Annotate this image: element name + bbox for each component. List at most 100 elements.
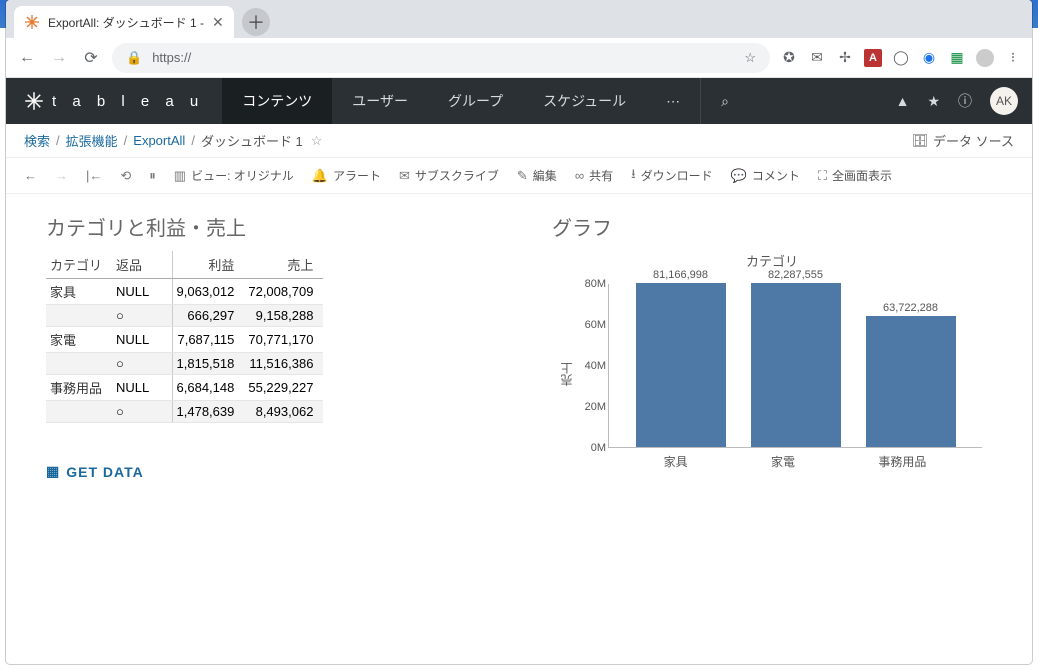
ext-icon-2[interactable]: ✉ (808, 49, 826, 67)
table-row: 家具NULL9,063,01272,008,709 (46, 279, 323, 305)
y-tick: 0M (570, 442, 606, 454)
th-return: 返品 (112, 251, 172, 279)
profile-avatar-icon[interactable] (976, 49, 994, 67)
breadcrumb-exportall[interactable]: ExportAll (133, 133, 185, 148)
tb-first-icon[interactable]: |← (86, 168, 102, 183)
header-alert-icon[interactable]: ▲ (896, 93, 910, 109)
x-tick: 家具 (664, 453, 688, 470)
cell-return: ○ (112, 305, 172, 327)
ext-icon-5[interactable]: ◯ (892, 49, 910, 67)
table-row: ○666,2979,158,288 (46, 305, 323, 327)
cell-category (46, 401, 112, 423)
breadcrumb-extensions[interactable]: 拡張機能 (66, 131, 118, 150)
tb-share[interactable]: ∞共有 (575, 167, 613, 184)
cell-return: ○ (112, 401, 172, 423)
cell-return: NULL (112, 327, 172, 353)
tb-alert[interactable]: 🔔アラート (312, 167, 381, 184)
nav-users[interactable]: ユーザー (332, 78, 428, 124)
nav-schedules[interactable]: スケジュール (523, 78, 646, 124)
lock-icon: 🔒 (126, 50, 142, 66)
nav-reload-icon[interactable]: ⟳ (80, 48, 102, 68)
cell-category (46, 305, 112, 327)
y-tick: 80M (570, 278, 606, 290)
cell-sales: 8,493,062 (244, 401, 323, 423)
user-avatar[interactable]: AK (990, 87, 1018, 115)
new-tab-button[interactable]: ＋ (242, 8, 270, 36)
nav-search[interactable]: ⌕ (700, 78, 749, 124)
tb-subscribe[interactable]: ✉サブスクライブ (399, 167, 499, 184)
ext-icon-7[interactable]: ▦ (948, 49, 966, 67)
dashboard-content: カテゴリと利益・売上 カテゴリ 返品 利益 売上 家具NULL9,063,012… (6, 194, 1032, 498)
y-tick: 20M (570, 401, 606, 413)
header-info-icon[interactable]: ⓘ (958, 91, 972, 111)
x-tick: 家電 (771, 453, 795, 470)
bar[interactable] (636, 283, 726, 447)
tableau-brand-text: t a b l e a u (52, 93, 204, 110)
tb-refresh-icon[interactable]: ⟲ (120, 168, 131, 184)
tb-fullscreen[interactable]: ⛶全画面表示 (818, 167, 892, 184)
tb-edit[interactable]: ✎編集 (517, 167, 557, 184)
tb-view-original[interactable]: ▥ビュー: オリジナル (174, 167, 294, 184)
share-icon: ∞ (575, 168, 584, 183)
th-category: カテゴリ (46, 251, 112, 279)
cell-sales: 70,771,170 (244, 327, 323, 353)
bar-value-label: 63,722,288 (883, 302, 938, 314)
cell-profit: 6,684,148 (172, 375, 244, 401)
get-data-button[interactable]: ▦ GET DATA (46, 463, 323, 480)
cell-return: NULL (112, 279, 172, 305)
ext-icon-3[interactable]: ✢ (836, 49, 854, 67)
cell-return: ○ (112, 353, 172, 375)
browser-tabstrip: ExportAll: ダッシュボード 1 - ✕ ＋ (6, 0, 1032, 38)
breadcrumb-current: ダッシュボード 1 (201, 131, 303, 150)
comment-icon: 💬 (731, 168, 747, 184)
ext-icon-6[interactable]: ◉ (920, 49, 938, 67)
bar-column: 81,166,998 (631, 269, 731, 447)
bar[interactable] (751, 283, 841, 447)
crosstab-table: カテゴリ 返品 利益 売上 家具NULL9,063,01272,008,709○… (46, 251, 323, 423)
nav-more[interactable]: ⋯ (646, 78, 700, 124)
nav-back-icon[interactable]: ← (16, 49, 38, 67)
tab-title: ExportAll: ダッシュボード 1 - (48, 14, 204, 31)
breadcrumb-search[interactable]: 検索 (24, 131, 50, 150)
bar-value-label: 82,287,555 (768, 269, 823, 281)
tb-comment[interactable]: 💬コメント (731, 167, 800, 184)
cell-return: NULL (112, 375, 172, 401)
x-tick: 事務用品 (878, 453, 926, 470)
download-icon: ⭳ (631, 165, 636, 187)
datasource-link[interactable]: 🗄 データ ソース (912, 131, 1014, 150)
ext-icon-1[interactable]: ✪ (780, 49, 798, 67)
bell-icon: 🔔 (312, 168, 328, 184)
cell-profit: 666,297 (172, 305, 244, 327)
view-toolbar: ← → |← ⟲ ⏸ ▥ビュー: オリジナル 🔔アラート ✉サブスクライブ ✎編… (6, 158, 1032, 194)
cell-sales: 55,229,227 (244, 375, 323, 401)
cell-category: 家具 (46, 279, 112, 305)
browser-menu-icon[interactable]: ⁝ (1004, 49, 1022, 67)
nav-groups[interactable]: グループ (428, 78, 523, 124)
tab-close-icon[interactable]: ✕ (212, 14, 224, 31)
omnibox[interactable]: 🔒 https:// ☆ (112, 43, 770, 73)
header-favorite-icon[interactable]: ★ (927, 93, 940, 110)
table-row: 事務用品NULL6,684,14855,229,227 (46, 375, 323, 401)
nav-content[interactable]: コンテンツ (222, 78, 332, 124)
bookmark-star-icon[interactable]: ☆ (744, 50, 756, 66)
tb-download[interactable]: ⭳ダウンロード (631, 165, 713, 187)
chart-panel-title: グラフ (552, 212, 992, 241)
cell-profit: 9,063,012 (172, 279, 244, 305)
tb-back-icon[interactable]: ← (24, 168, 37, 183)
table-row: ○1,815,51811,516,386 (46, 353, 323, 375)
tb-pause-icon[interactable]: ⏸ (149, 168, 156, 184)
cell-sales: 11,516,386 (244, 353, 323, 375)
bar[interactable] (866, 316, 956, 447)
favorite-star-icon[interactable]: ☆ (311, 133, 323, 149)
browser-tab[interactable]: ExportAll: ダッシュボード 1 - ✕ (14, 6, 234, 38)
tableau-logo[interactable]: t a b l e a u (6, 91, 222, 111)
crosstab-title: カテゴリと利益・売上 (46, 212, 323, 241)
cell-profit: 7,687,115 (172, 327, 244, 353)
nav-forward-icon: → (48, 49, 70, 67)
url-text: https:// (152, 50, 734, 65)
ext-icon-4[interactable]: A (864, 49, 882, 67)
tableau-header: t a b l e a u コンテンツ ユーザー グループ スケジュール ⋯ ⌕… (6, 78, 1032, 124)
bar-value-label: 81,166,998 (653, 269, 708, 281)
tb-forward-icon: → (55, 168, 68, 183)
th-profit: 利益 (172, 251, 244, 279)
